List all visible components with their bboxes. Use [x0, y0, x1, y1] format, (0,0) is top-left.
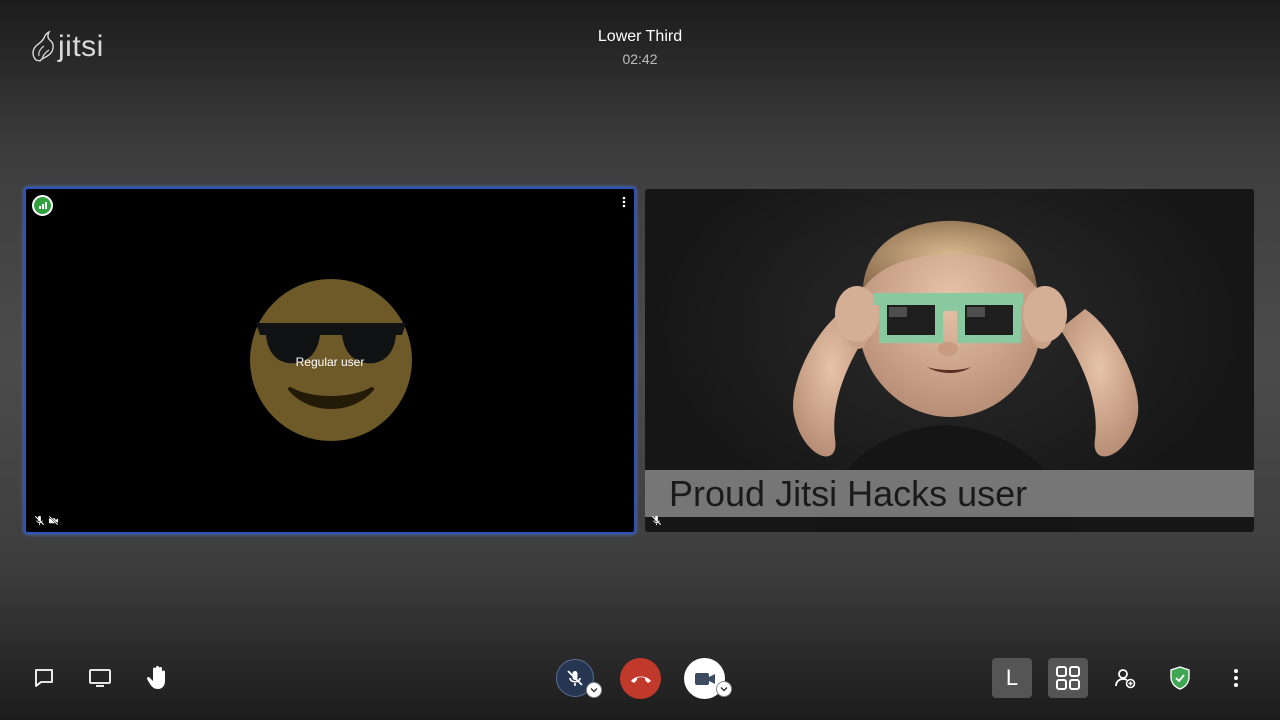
audio-settings-chevron[interactable] [586, 682, 602, 698]
remote-video-tile[interactable]: Proud Jitsi Hacks user [645, 189, 1254, 532]
tile-more-options-icon[interactable] [619, 195, 629, 209]
lower-third-text: Proud Jitsi Hacks user [669, 473, 1028, 514]
participant-display-name: Regular user [295, 355, 365, 369]
security-shield-icon [1170, 666, 1190, 690]
meeting-timer: 02:42 [622, 51, 658, 67]
chevron-down-icon [590, 688, 598, 693]
connection-indicator-icon[interactable] [32, 195, 53, 216]
chat-button[interactable] [32, 666, 56, 690]
video-settings-chevron[interactable] [716, 681, 732, 697]
meeting-title: Lower Third [597, 28, 683, 45]
tile-view-icon [1056, 666, 1080, 690]
mic-muted-icon [34, 515, 45, 526]
more-options-icon [1234, 669, 1238, 687]
remote-mic-muted-icon [651, 515, 662, 526]
local-video-tile[interactable]: Regular user [24, 187, 636, 534]
raise-hand-icon [146, 666, 165, 689]
lower-third-banner: Proud Jitsi Hacks user [645, 470, 1254, 517]
hangup-button[interactable] [620, 658, 661, 699]
raise-hand-button[interactable] [144, 664, 170, 692]
screen-share-icon [89, 669, 111, 687]
chat-icon [35, 669, 53, 687]
security-options-button[interactable] [1168, 665, 1192, 691]
microphone-muted-icon [567, 670, 583, 686]
meeting-header: Lower Third 02:42 [0, 27, 1280, 67]
tile-view-button[interactable] [1048, 658, 1088, 698]
hangup-icon [630, 676, 651, 683]
more-options-button[interactable] [1226, 666, 1246, 690]
local-avatar-button[interactable]: L [992, 658, 1032, 698]
camera-off-icon [48, 515, 59, 526]
screen-share-button[interactable] [88, 666, 112, 690]
local-status-icons [34, 515, 59, 526]
chevron-down-icon [720, 687, 728, 692]
camera-icon [694, 672, 715, 685]
invite-icon [1115, 669, 1136, 689]
invite-people-button[interactable] [1113, 666, 1137, 690]
